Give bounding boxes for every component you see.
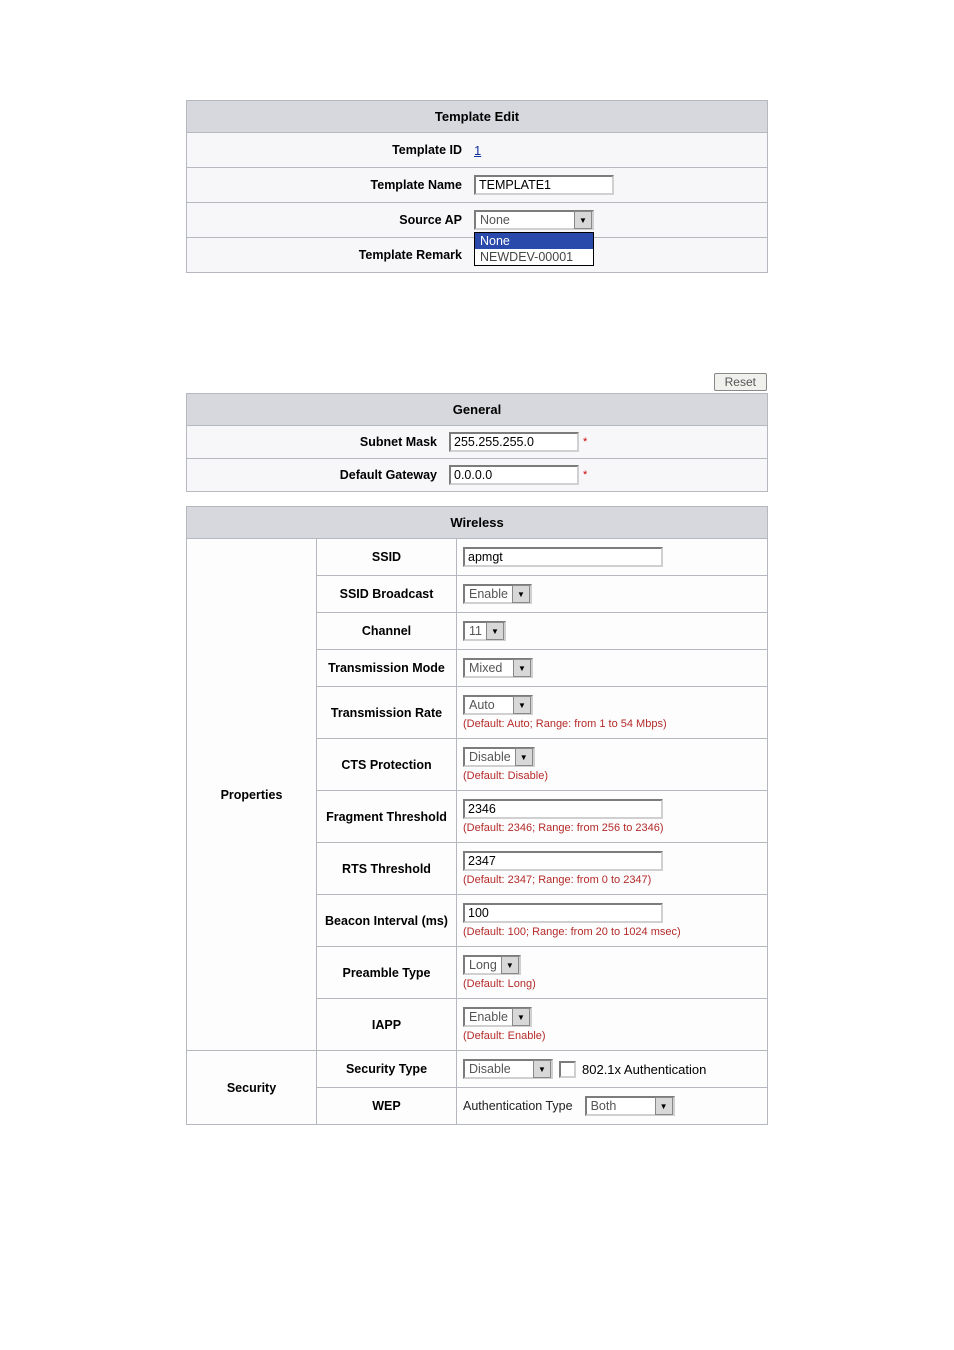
chevron-down-icon: ▼ — [515, 748, 533, 766]
beacon-interval-hint: (Default: 100; Range: from 20 to 1024 ms… — [463, 926, 681, 938]
template-id-row: Template ID 1 — [187, 133, 767, 168]
chevron-down-icon: ▼ — [486, 622, 504, 640]
cts-protection-hint: (Default: Disable) — [463, 770, 548, 782]
security-type-select[interactable]: Disable ▼ — [463, 1059, 553, 1079]
preamble-type-select[interactable]: Long ▼ — [463, 955, 521, 975]
source-ap-select[interactable]: None ▼ — [474, 210, 594, 230]
fragment-threshold-input[interactable] — [463, 799, 663, 819]
template-id-label: Template ID — [187, 133, 468, 167]
8021x-checkbox[interactable] — [559, 1061, 576, 1078]
default-gateway-input[interactable] — [449, 465, 579, 485]
fragment-threshold-label: Fragment Threshold — [317, 791, 457, 843]
beacon-interval-input[interactable] — [463, 903, 663, 923]
general-title: General — [187, 394, 767, 426]
required-star-icon: * — [583, 469, 587, 481]
transmission-rate-select[interactable]: Auto ▼ — [463, 695, 533, 715]
default-gateway-label: Default Gateway — [187, 460, 443, 490]
subnet-mask-label: Subnet Mask — [187, 427, 443, 457]
preamble-type-label: Preamble Type — [317, 947, 457, 999]
source-ap-dropdown[interactable]: None NEWDEV-00001 — [474, 232, 594, 266]
security-type-label: Security Type — [317, 1051, 457, 1088]
ssid-broadcast-select[interactable]: Enable ▼ — [463, 584, 532, 604]
required-star-icon: * — [583, 436, 587, 448]
transmission-mode-label: Transmission Mode — [317, 650, 457, 687]
source-ap-option-newdev[interactable]: NEWDEV-00001 — [475, 249, 593, 265]
template-id-link[interactable]: 1 — [474, 143, 481, 158]
chevron-down-icon: ▼ — [513, 659, 531, 677]
transmission-rate-hint: (Default: Auto; Range: from 1 to 54 Mbps… — [463, 718, 667, 730]
chevron-down-icon: ▼ — [512, 1008, 530, 1026]
chevron-down-icon: ▼ — [513, 696, 531, 714]
general-panel: General Subnet Mask * Default Gateway * — [186, 393, 768, 492]
channel-label: Channel — [317, 613, 457, 650]
wireless-title: Wireless — [187, 507, 767, 539]
fragment-threshold-hint: (Default: 2346; Range: from 256 to 2346) — [463, 822, 664, 834]
chevron-down-icon: ▼ — [574, 211, 592, 229]
wep-label: WEP — [317, 1088, 457, 1125]
iapp-select[interactable]: Enable ▼ — [463, 1007, 532, 1027]
chevron-down-icon: ▼ — [655, 1097, 673, 1115]
auth-type-select[interactable]: Both ▼ — [585, 1096, 675, 1116]
ssid-broadcast-label: SSID Broadcast — [317, 576, 457, 613]
template-name-row: Template Name — [187, 168, 767, 203]
default-gateway-row: Default Gateway * — [187, 459, 767, 491]
security-group: Security — [187, 1051, 317, 1125]
chevron-down-icon: ▼ — [512, 585, 530, 603]
iapp-hint: (Default: Enable) — [463, 1030, 546, 1042]
wireless-panel: Wireless Properties SSID SSID Broadcast … — [186, 506, 768, 1125]
iapp-label: IAPP — [317, 999, 457, 1051]
rts-threshold-hint: (Default: 2347; Range: from 0 to 2347) — [463, 874, 651, 886]
source-ap-option-none[interactable]: None — [475, 233, 593, 249]
auth-type-label: Authentication Type — [463, 1099, 573, 1113]
source-ap-label: Source AP — [187, 203, 468, 237]
transmission-mode-select[interactable]: Mixed ▼ — [463, 658, 533, 678]
template-name-input[interactable] — [474, 175, 614, 195]
source-ap-row: Source AP None ▼ None NEWDEV-00001 — [187, 203, 767, 238]
cts-protection-label: CTS Protection — [317, 739, 457, 791]
rts-threshold-label: RTS Threshold — [317, 843, 457, 895]
template-remark-label: Template Remark — [187, 238, 468, 272]
template-edit-panel: Template Edit Template ID 1 Template Nam… — [186, 100, 768, 273]
template-edit-title: Template Edit — [187, 101, 767, 133]
ssid-input[interactable] — [463, 547, 663, 567]
channel-select[interactable]: 11 ▼ — [463, 621, 506, 641]
8021x-label: 802.1x Authentication — [582, 1062, 706, 1077]
reset-button[interactable]: Reset — [714, 373, 767, 391]
reset-bar: Reset — [187, 373, 767, 393]
subnet-mask-row: Subnet Mask * — [187, 426, 767, 459]
properties-group: Properties — [187, 539, 317, 1051]
chevron-down-icon: ▼ — [533, 1060, 551, 1078]
cts-protection-select[interactable]: Disable ▼ — [463, 747, 535, 767]
template-name-label: Template Name — [187, 168, 468, 202]
transmission-rate-label: Transmission Rate — [317, 687, 457, 739]
chevron-down-icon: ▼ — [501, 956, 519, 974]
preamble-type-hint: (Default: Long) — [463, 978, 536, 990]
beacon-interval-label: Beacon Interval (ms) — [317, 895, 457, 947]
ssid-label: SSID — [317, 539, 457, 576]
subnet-mask-input[interactable] — [449, 432, 579, 452]
rts-threshold-input[interactable] — [463, 851, 663, 871]
